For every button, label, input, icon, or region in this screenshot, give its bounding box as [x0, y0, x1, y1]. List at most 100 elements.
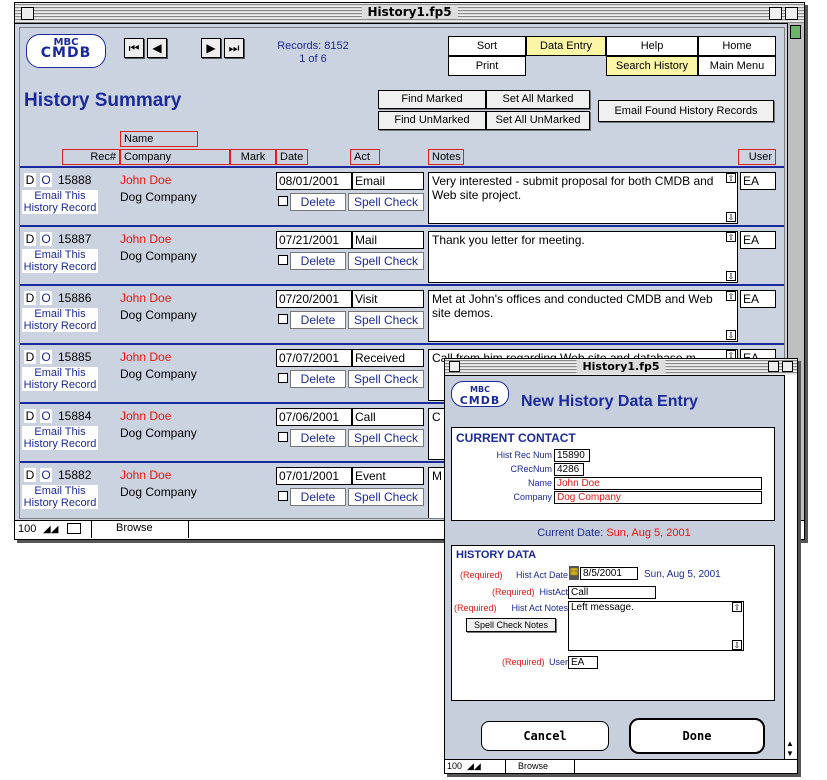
date-field[interactable]: 07/01/2001 [276, 467, 352, 485]
spell-check-button[interactable]: Spell Check [348, 488, 424, 506]
dialog-mode-indicator[interactable]: Browse [505, 760, 575, 773]
email-found-records-button[interactable]: Email Found History Records [598, 100, 774, 122]
close-box-icon[interactable] [21, 7, 34, 20]
open-button[interactable]: O [40, 173, 52, 187]
hist-act-field[interactable]: Call [568, 586, 656, 599]
collapse-box-icon[interactable] [785, 7, 798, 20]
spell-check-button[interactable]: Spell Check [348, 252, 424, 270]
hist-act-date-field[interactable]: 8/5/2001 [580, 567, 638, 580]
hist-act-notes-field[interactable]: Left message. [568, 601, 744, 651]
email-history-record-button[interactable]: Email This History Record [22, 485, 98, 509]
cancel-button[interactable]: Cancel [481, 721, 609, 751]
dialog-scroll-up-icon[interactable]: ▲ [785, 739, 795, 749]
email-history-record-button[interactable]: Email This History Record [22, 190, 98, 214]
dialog-collapse-box-icon[interactable] [782, 361, 793, 372]
act-field[interactable]: Email [352, 172, 424, 190]
date-field[interactable]: 08/01/2001 [276, 172, 352, 190]
done-button[interactable]: Done [629, 718, 765, 754]
notes-field[interactable]: Met at John's offices and conducted CMDB… [428, 290, 738, 342]
search-history-button[interactable]: Search History [606, 56, 698, 76]
email-history-record-button[interactable]: Email This History Record [22, 308, 98, 332]
notes-scroll-up-icon[interactable]: ⇧ [726, 173, 736, 183]
notes-scroll-up-icon[interactable]: ⇧ [726, 291, 736, 301]
mark-checkbox[interactable] [278, 196, 288, 206]
dialog-close-box-icon[interactable] [449, 361, 460, 372]
user-field[interactable]: EA [740, 172, 776, 190]
notes-scroll-down-icon[interactable]: ⇩ [726, 330, 736, 340]
set-all-unmarked-button[interactable]: Set All UnMarked [486, 111, 590, 130]
last-record-button[interactable]: ⏭ [224, 38, 244, 58]
mark-checkbox[interactable] [278, 373, 288, 383]
date-field[interactable]: 07/06/2001 [276, 408, 352, 426]
spell-check-notes-button[interactable]: Spell Check Notes [466, 618, 556, 632]
date-field[interactable]: 07/20/2001 [276, 290, 352, 308]
mode-indicator[interactable]: Browse [91, 520, 189, 538]
spell-check-button[interactable]: Spell Check [348, 370, 424, 388]
notes-field[interactable]: Thank you letter for meeting. [428, 231, 738, 283]
user-field[interactable]: EA [568, 656, 598, 669]
scroll-thumb[interactable] [790, 25, 801, 39]
dialog-zoom-box-icon[interactable] [768, 361, 779, 372]
notes-scroll-up-icon[interactable]: ⇧ [726, 232, 736, 242]
date-field[interactable]: 07/21/2001 [276, 231, 352, 249]
dialog-vertical-scrollbar[interactable]: ▲ ▼ [784, 375, 797, 759]
help-button[interactable]: Help [606, 36, 698, 56]
user-field[interactable]: EA [740, 290, 776, 308]
find-marked-button[interactable]: Find Marked [378, 90, 486, 109]
act-field[interactable]: Call [352, 408, 424, 426]
spell-check-button[interactable]: Spell Check [348, 193, 424, 211]
spell-check-button[interactable]: Spell Check [348, 429, 424, 447]
detail-button[interactable]: D [24, 291, 36, 305]
first-record-button[interactable]: ⏮ [124, 38, 144, 58]
notes-scroll-up-icon[interactable]: ⇧ [732, 602, 742, 612]
mark-checkbox[interactable] [278, 255, 288, 265]
delete-button[interactable]: Delete [290, 252, 346, 270]
email-history-record-button[interactable]: Email This History Record [22, 249, 98, 273]
dialog-zoom-icon[interactable]: ◢◢ [467, 761, 481, 772]
zoom-icon[interactable]: ◢◢ [43, 524, 58, 535]
home-button[interactable]: Home [698, 36, 776, 56]
detail-button[interactable]: D [24, 232, 36, 246]
mark-checkbox[interactable] [278, 491, 288, 501]
act-field[interactable]: Event [352, 467, 424, 485]
open-button[interactable]: O [40, 409, 52, 423]
delete-button[interactable]: Delete [290, 311, 346, 329]
delete-button[interactable]: Delete [290, 429, 346, 447]
open-button[interactable]: O [40, 350, 52, 364]
mark-checkbox[interactable] [278, 314, 288, 324]
next-record-button[interactable]: ▶ [201, 38, 221, 58]
open-button[interactable]: O [40, 468, 52, 482]
notes-scroll-down-icon[interactable]: ⇩ [732, 640, 742, 650]
main-menu-button[interactable]: Main Menu [698, 56, 776, 76]
dialog-zoom-level[interactable]: 100 [447, 761, 462, 771]
act-field[interactable]: Received [352, 349, 424, 367]
notes-scroll-down-icon[interactable]: ⇩ [726, 271, 736, 281]
email-history-record-button[interactable]: Email This History Record [22, 426, 98, 450]
delete-button[interactable]: Delete [290, 488, 346, 506]
dialog-title-bar[interactable]: History1.fp5 [445, 359, 797, 376]
email-history-record-button[interactable]: Email This History Record [22, 367, 98, 391]
spell-check-button[interactable]: Spell Check [348, 311, 424, 329]
data-entry-button[interactable]: Data Entry [526, 36, 606, 56]
act-field[interactable]: Visit [352, 290, 424, 308]
detail-button[interactable]: D [24, 409, 36, 423]
date-field[interactable]: 07/07/2001 [276, 349, 352, 367]
contact-name-field[interactable]: John Doe [554, 477, 762, 490]
detail-button[interactable]: D [24, 173, 36, 187]
status-area-toggle-icon[interactable] [67, 523, 81, 534]
open-button[interactable]: O [40, 232, 52, 246]
delete-button[interactable]: Delete [290, 370, 346, 388]
set-all-marked-button[interactable]: Set All Marked [486, 90, 590, 109]
notes-field[interactable]: Very interested - submit proposal for bo… [428, 172, 738, 224]
user-field[interactable]: EA [740, 231, 776, 249]
crecnum-field[interactable]: 4286 [554, 463, 584, 476]
act-field[interactable]: Mail [352, 231, 424, 249]
calendar-icon[interactable]: ▦ [569, 566, 579, 580]
find-unmarked-button[interactable]: Find UnMarked [378, 111, 486, 130]
zoom-box-icon[interactable] [769, 7, 782, 20]
detail-button[interactable]: D [24, 350, 36, 364]
notes-scroll-down-icon[interactable]: ⇩ [726, 212, 736, 222]
detail-button[interactable]: D [24, 468, 36, 482]
dialog-scroll-down-icon[interactable]: ▼ [785, 749, 795, 759]
sort-button[interactable]: Sort [448, 36, 526, 56]
